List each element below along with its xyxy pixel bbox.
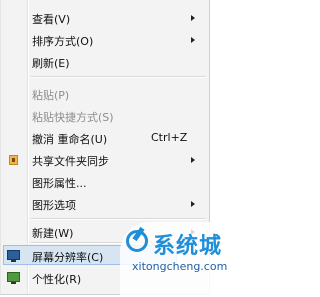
personalize-icon — [7, 272, 20, 284]
submenu-arrow-icon — [191, 157, 195, 163]
menu-item-label: 新建(W) — [32, 227, 74, 240]
site-watermark: 系统城 xitongcheng.com — [120, 222, 227, 297]
submenu-arrow-icon — [191, 37, 195, 43]
menu-item-shortcut: Ctrl+Z — [151, 131, 188, 144]
menu-item-graphics-properties[interactable]: 图形属性... — [1, 172, 209, 192]
menu-item-label: 排序方式(O) — [32, 35, 94, 48]
menu-item-view[interactable]: 查看(V) — [1, 8, 209, 28]
menu-item-refresh[interactable]: 刷新(E) — [1, 52, 209, 72]
menu-separator — [31, 218, 205, 220]
menu-item-label: 粘贴快捷方式(S) — [32, 111, 114, 124]
menu-item-label: 图形属性... — [32, 177, 87, 190]
menu-item-label: 刷新(E) — [32, 57, 70, 70]
menu-item-undo-rename[interactable]: 撤消 重命名(U) Ctrl+Z — [1, 128, 209, 148]
menu-item-label: 个性化(R) — [32, 273, 82, 286]
watermark-logo-icon — [126, 230, 148, 252]
menu-item-graphics-options[interactable]: 图形选项 — [1, 194, 209, 214]
menu-item-share-sync[interactable]: 共享文件夹同步 — [1, 150, 209, 170]
menu-separator — [31, 76, 205, 78]
menu-item-sort[interactable]: 排序方式(O) — [1, 30, 209, 50]
submenu-arrow-icon — [191, 201, 195, 207]
menu-item-label: 图形选项 — [32, 199, 76, 212]
menu-item-label: 撤消 重命名(U) — [32, 133, 108, 146]
monitor-icon — [7, 250, 20, 262]
menu-item-paste[interactable]: 粘贴(P) — [1, 84, 209, 104]
submenu-arrow-icon — [191, 15, 195, 21]
share-folder-icon — [9, 155, 18, 165]
menu-item-label: 屏幕分辨率(C) — [32, 251, 104, 264]
watermark-title: 系统城 — [153, 234, 223, 259]
menu-item-label: 共享文件夹同步 — [32, 155, 109, 168]
menu-item-label: 查看(V) — [32, 13, 71, 26]
menu-item-paste-shortcut[interactable]: 粘贴快捷方式(S) — [1, 106, 209, 126]
menu-item-label: 粘贴(P) — [32, 89, 70, 102]
watermark-url: xitongcheng.com — [132, 260, 228, 273]
